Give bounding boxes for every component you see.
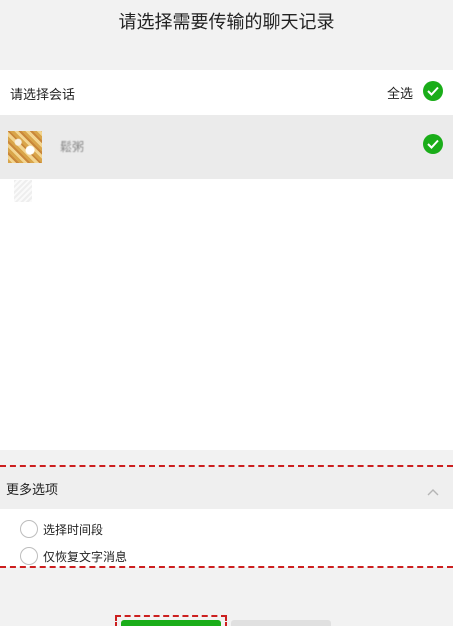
faded-avatar-remnant — [14, 180, 32, 202]
select-conversation-header: 请选择会话 全选 — [0, 70, 453, 115]
more-options-label: 更多选项 — [6, 483, 59, 498]
more-options-header[interactable]: 更多选项 — [0, 467, 453, 509]
select-conversation-label: 请选择会话 — [10, 88, 76, 103]
more-options-panel: 选择时间段 仅恢复文字消息 — [0, 509, 453, 567]
option-time-range[interactable]: 选择时间段 — [20, 519, 103, 539]
primary-action-button[interactable] — [121, 620, 221, 626]
chat-list-item[interactable]: 鬆粥 — [0, 115, 453, 179]
highlight-dashed-border-bottom — [0, 566, 453, 568]
select-all-check-icon[interactable] — [423, 81, 443, 101]
option-text-only[interactable]: 仅恢复文字消息 — [20, 546, 127, 566]
select-all-label[interactable]: 全选 — [387, 83, 413, 102]
radio-time-range[interactable] — [20, 520, 38, 538]
radio-text-only[interactable] — [20, 547, 38, 565]
chat-avatar — [8, 131, 42, 163]
chat-list-empty-area — [0, 179, 453, 450]
option-text-only-label: 仅恢复文字消息 — [43, 549, 128, 564]
page-title: 请选择需要传输的聊天记录 — [118, 12, 335, 33]
chat-selected-check-icon[interactable] — [423, 134, 443, 154]
chat-name: 鬆粥 — [60, 140, 85, 154]
chevron-up-icon[interactable] — [427, 481, 439, 500]
secondary-action-button[interactable] — [231, 620, 331, 626]
option-time-range-label: 选择时间段 — [43, 522, 104, 537]
